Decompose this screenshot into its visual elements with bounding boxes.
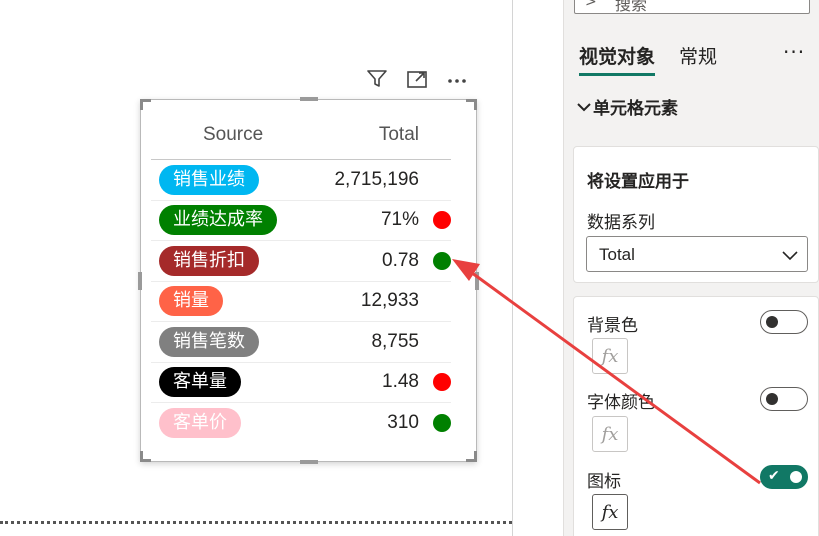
toggle-knob <box>766 316 778 328</box>
apply-settings-card: 将设置应用于 数据系列 Total <box>573 146 819 283</box>
apply-settings-title: 将设置应用于 <box>587 172 689 192</box>
pane-tabs: 视觉对象 常规 <box>579 40 741 76</box>
icon-cell <box>419 251 451 270</box>
background-color-label: 背景色 <box>587 316 638 336</box>
search-input[interactable]: > 搜索 <box>574 0 810 14</box>
chevron-down-icon <box>782 251 798 261</box>
status-dot-icon <box>433 211 451 230</box>
visual-header <box>360 62 473 96</box>
font-color-toggle[interactable] <box>760 387 808 411</box>
series-label: 数据系列 <box>587 213 655 233</box>
font-color-label: 字体颜色 <box>587 393 655 413</box>
data-table: Source Total 销售业绩 2,715,196 业绩达成率 71% 销售折扣 0.… <box>151 110 451 444</box>
total-value-cell: 1.48 <box>382 371 419 393</box>
table-row[interactable]: 销售折扣 0.78 <box>151 241 451 282</box>
more-icon[interactable]: ··· <box>783 40 805 64</box>
table-row[interactable]: 销量 12,933 <box>151 282 451 322</box>
icon-label: 图标 <box>587 472 621 492</box>
filter-icon[interactable] <box>360 62 393 96</box>
font-color-fx-button[interactable]: fx <box>592 416 628 452</box>
background-fx-button[interactable]: fx <box>592 338 628 374</box>
source-cell: 业绩达成率 <box>151 205 319 236</box>
page-boundary <box>0 521 512 524</box>
table-row[interactable]: 销售笔数 8,755 <box>151 322 451 363</box>
table-row[interactable]: 业绩达成率 71% <box>151 201 451 241</box>
source-label-pill: 客单价 <box>159 408 241 439</box>
table-visual[interactable]: Source Total 销售业绩 2,715,196 业绩达成率 71% 销售折扣 0.… <box>138 97 479 464</box>
icon-cell <box>419 414 451 433</box>
canvas-divider <box>512 0 513 536</box>
source-cell: 客单量 <box>151 367 319 398</box>
icon-toggle[interactable]: ✔ <box>760 465 808 489</box>
source-cell: 销售折扣 <box>151 245 319 276</box>
total-value-cell: 8,755 <box>371 330 419 352</box>
section-cell-elements[interactable]: 单元格元素 <box>575 94 678 119</box>
column-header-source[interactable]: Source <box>151 124 319 146</box>
source-cell: 销售业绩 <box>151 164 319 195</box>
table-header: Source Total <box>151 110 451 160</box>
resize-handle-right[interactable] <box>475 272 479 290</box>
icon-fx-button[interactable]: fx <box>592 494 628 530</box>
total-value-cell: 71% <box>380 209 419 231</box>
source-cell: 客单价 <box>151 408 319 439</box>
resize-handle-bottom[interactable] <box>300 460 318 464</box>
source-label-pill: 业绩达成率 <box>159 205 277 236</box>
source-label-pill: 销售折扣 <box>159 245 259 276</box>
resize-handle-top-right[interactable] <box>466 99 477 110</box>
series-dropdown-value: Total <box>599 245 635 264</box>
background-color-toggle[interactable] <box>760 310 808 334</box>
toggle-knob <box>790 471 802 483</box>
format-pane: > 搜索 视觉对象 常规 ··· 单元格元素 将设置应用于 数据系列 Total… <box>563 0 819 536</box>
chevron-down-icon <box>577 102 591 111</box>
table-row[interactable]: 客单价 310 <box>151 403 451 444</box>
total-value-cell: 2,715,196 <box>334 168 419 190</box>
source-label-pill: 销售笔数 <box>159 326 259 357</box>
search-icon: > <box>585 0 597 10</box>
search-text: 搜索 <box>615 0 648 14</box>
table-row[interactable]: 销售业绩 2,715,196 <box>151 160 451 201</box>
source-label-pill: 客单量 <box>159 367 241 398</box>
resize-handle-bottom-left[interactable] <box>140 451 151 462</box>
icon-cell <box>419 373 451 392</box>
source-cell: 销售笔数 <box>151 326 319 357</box>
status-dot-icon <box>433 251 451 270</box>
more-options-icon[interactable] <box>440 62 473 96</box>
total-value-cell: 12,933 <box>360 290 419 312</box>
resize-handle-top-left[interactable] <box>140 99 151 110</box>
tab-general[interactable]: 常规 <box>679 40 717 76</box>
resize-handle-left[interactable] <box>138 272 142 290</box>
total-value-cell: 0.78 <box>382 249 419 271</box>
total-value-cell: 310 <box>387 412 419 434</box>
table-body: 销售业绩 2,715,196 业绩达成率 71% 销售折扣 0.78 销量 12,933 销售笔… <box>151 160 451 444</box>
checkmark-icon: ✔ <box>768 468 780 484</box>
cell-options-card: 背景色 fx 字体颜色 fx 图标 ✔ fx <box>573 296 819 536</box>
resize-handle-bottom-right[interactable] <box>466 451 477 462</box>
status-dot-icon <box>433 373 451 392</box>
focus-mode-icon[interactable] <box>400 62 433 96</box>
tab-visual[interactable]: 视觉对象 <box>579 40 656 76</box>
section-title: 单元格元素 <box>593 99 678 119</box>
source-label-pill: 销售业绩 <box>159 164 259 195</box>
resize-handle-top[interactable] <box>300 97 318 101</box>
column-header-total[interactable]: Total <box>319 124 419 146</box>
source-cell: 销量 <box>151 286 319 317</box>
source-label-pill: 销量 <box>159 286 223 317</box>
status-dot-icon <box>433 414 451 433</box>
table-row[interactable]: 客单量 1.48 <box>151 363 451 403</box>
toggle-knob <box>766 393 778 405</box>
series-dropdown[interactable]: Total <box>586 236 808 272</box>
icon-cell <box>419 211 451 230</box>
